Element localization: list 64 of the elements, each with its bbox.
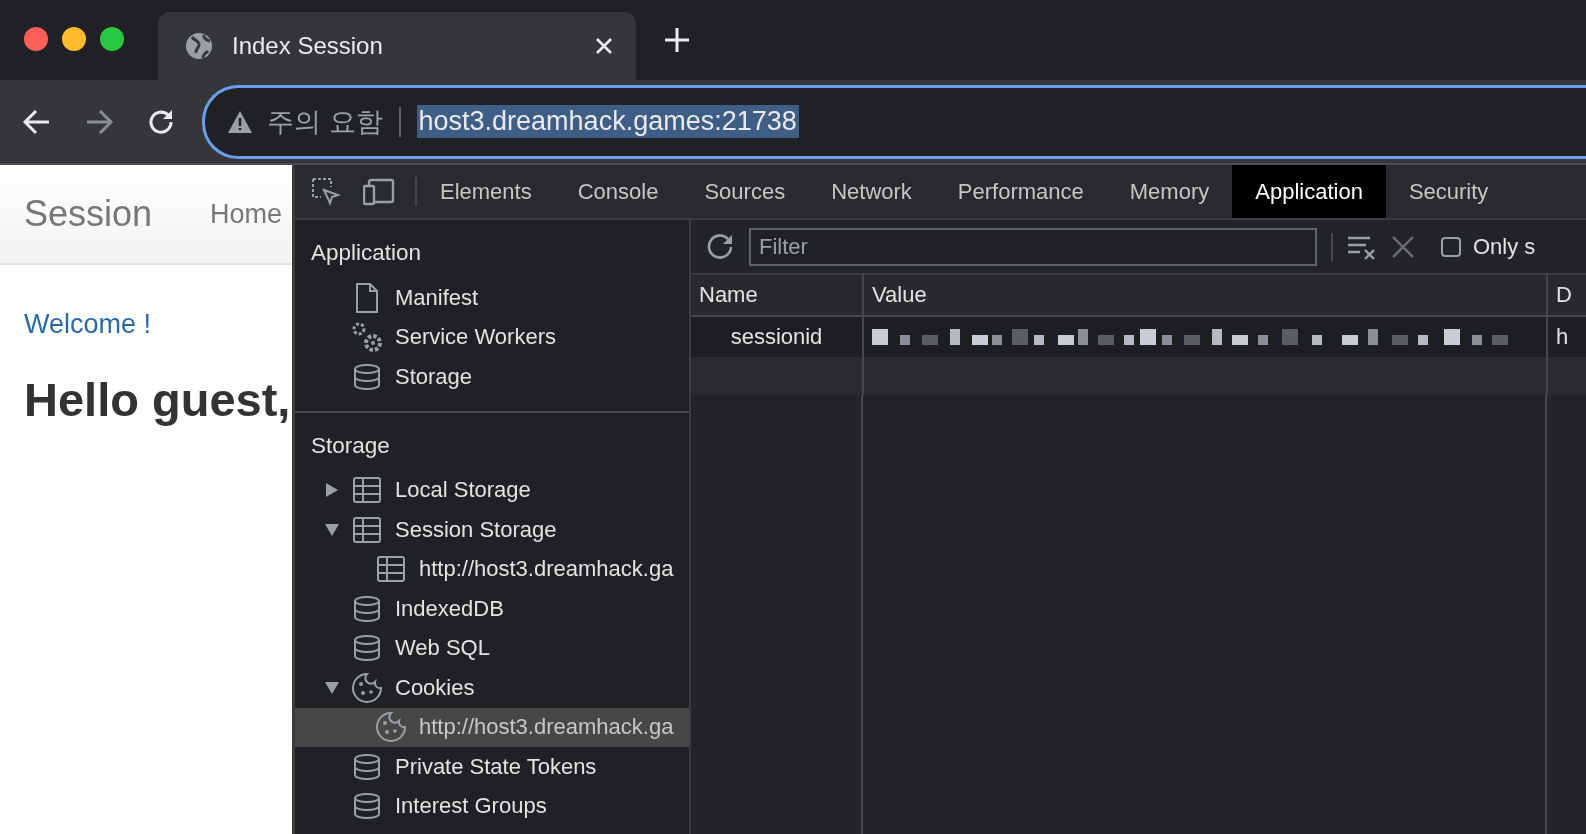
welcome-text: Welcome !	[24, 309, 153, 340]
filter-field[interactable]: Filter	[749, 227, 1317, 266]
column-header[interactable]: D	[1547, 275, 1586, 316]
tree-item[interactable]: Web SQL	[295, 628, 689, 668]
new-tab-icon[interactable]	[664, 27, 690, 53]
table-icon	[353, 477, 381, 504]
devtools-tab[interactable]: Elements	[417, 165, 555, 218]
cookie-icon	[375, 711, 407, 744]
section-title: Storage	[310, 431, 391, 460]
database-icon	[353, 594, 381, 623]
devtools-tab[interactable]: Security	[1385, 165, 1512, 218]
tree-item[interactable]: Local Storage	[295, 470, 689, 510]
device-toolbar-icon[interactable]	[363, 177, 395, 206]
devtools-tab[interactable]: Sources	[681, 165, 809, 218]
devtools-tab[interactable]: Performance	[934, 165, 1107, 218]
tree-item[interactable]: Interest Groups	[295, 786, 689, 826]
window-control-icon[interactable]	[100, 26, 124, 51]
refresh-icon[interactable]	[705, 231, 735, 262]
section-title: Application	[310, 239, 423, 267]
table-icon	[377, 556, 405, 583]
window-control-icon[interactable]	[62, 26, 86, 51]
site-brand[interactable]: Session	[24, 193, 153, 235]
nav-link[interactable]: Home	[210, 198, 283, 230]
expanded-triangle-icon[interactable]	[325, 681, 339, 694]
database-icon	[353, 792, 381, 821]
delete-icon[interactable]	[1391, 234, 1415, 259]
table-cell: h	[1547, 316, 1586, 357]
warning-icon	[227, 109, 253, 134]
checkbox-label[interactable]: Only s	[1473, 233, 1536, 260]
tree-item[interactable]: IndexedDB	[295, 589, 689, 629]
file-icon	[355, 281, 379, 314]
tree-item[interactable]: http://host3.dreamhack.ga	[295, 549, 689, 589]
table-icon	[353, 516, 381, 543]
cookie-icon	[351, 671, 383, 704]
tree-item[interactable]: Private State Tokens	[295, 747, 689, 787]
column-header[interactable]: Name	[691, 275, 863, 316]
database-icon	[353, 752, 381, 781]
collapsed-triangle-icon[interactable]	[326, 483, 338, 498]
tree-item[interactable]: http://host3.dreamhack.ga	[295, 707, 689, 747]
close-icon[interactable]	[594, 36, 614, 56]
devtools-tab[interactable]: Network	[808, 165, 935, 218]
url-text: host3.dreamhack.games:21738	[416, 105, 799, 138]
security-warning[interactable]: 주의 요함	[267, 103, 383, 140]
tree-item[interactable]: Cookies	[295, 668, 689, 708]
browser-tab[interactable]: Index Session	[158, 12, 636, 80]
database-icon	[353, 362, 381, 391]
tree-item[interactable]: Manifest	[295, 278, 689, 318]
tree-item[interactable]: Service Workers	[295, 317, 689, 357]
window-control-icon[interactable]	[24, 26, 48, 51]
checkbox[interactable]	[1441, 236, 1461, 257]
globe-icon	[184, 31, 214, 61]
devtools-tab[interactable]: Memory	[1106, 165, 1233, 218]
gears-icon	[350, 320, 384, 355]
database-icon	[353, 634, 381, 663]
table-cell: sessionid	[691, 316, 863, 357]
tree-item[interactable]: Storage	[295, 357, 689, 397]
tree-item[interactable]: Session Storage	[295, 510, 689, 550]
column-header[interactable]: Value	[863, 275, 1547, 316]
page-heading: Hello guest,	[24, 372, 292, 427]
devtools-tab[interactable]: Application	[1232, 165, 1386, 218]
address-bar[interactable]: 주의 요함 host3.dreamhack.games:21738	[202, 84, 1586, 159]
expanded-triangle-icon[interactable]	[325, 523, 339, 536]
inspect-element-icon[interactable]	[311, 176, 341, 207]
devtools-tab[interactable]: Console	[554, 165, 682, 218]
